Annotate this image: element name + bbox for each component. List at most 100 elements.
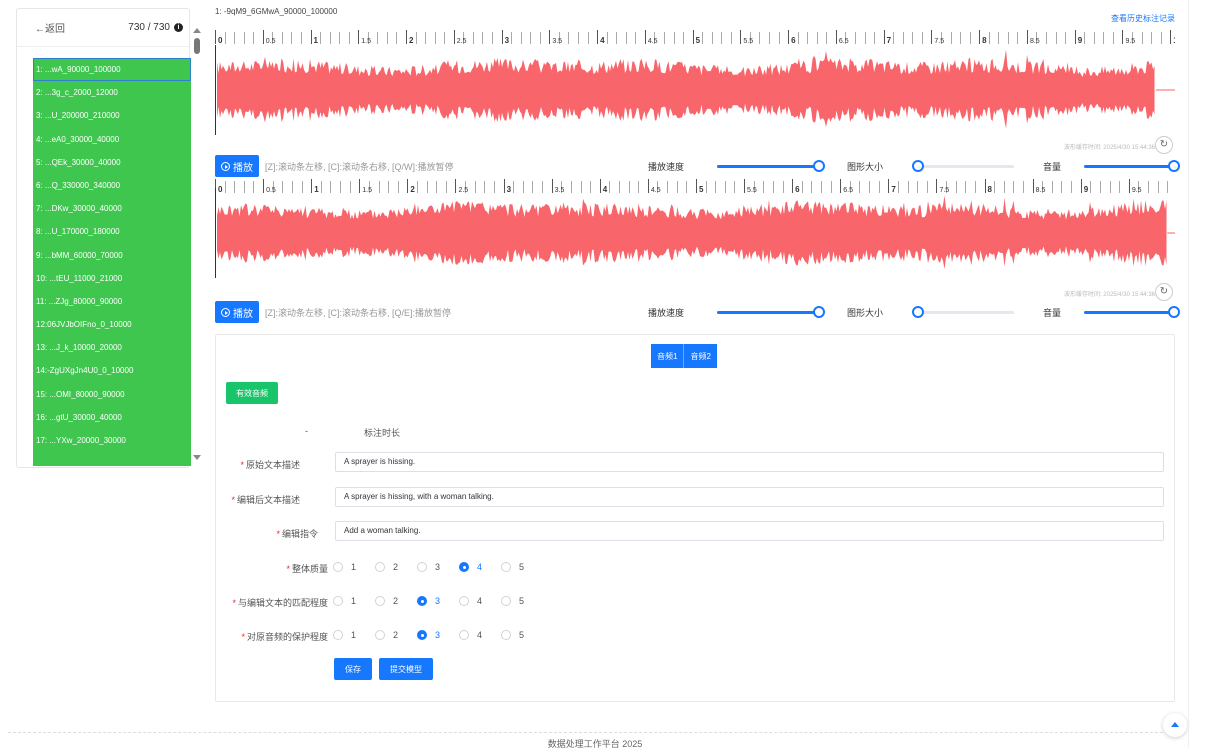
radio-option-1[interactable]: 1: [333, 630, 375, 640]
radio-circle-icon: [375, 596, 385, 606]
sidebar-header: ←返回 730 / 730 i: [17, 9, 189, 47]
radio-label: 5: [519, 596, 525, 606]
list-item[interactable]: 14:-ZgUXgJn4U0_0_10000: [33, 359, 191, 382]
save-button[interactable]: 保存: [334, 658, 372, 680]
back-to-top-icon[interactable]: [1163, 713, 1187, 737]
instruction-label-text: 编辑指令: [281, 529, 318, 539]
duration-label: 标注时长: [300, 426, 400, 439]
list-item[interactable]: 12:06JVJbOIFno_0_10000: [33, 313, 191, 336]
scroll-up-icon[interactable]: [193, 28, 201, 33]
waveform-shape: [217, 49, 1155, 129]
radio-option-5[interactable]: 5: [501, 630, 543, 640]
radio-label: 1: [351, 596, 357, 606]
ruler-tick-label: 5.5: [743, 38, 753, 44]
volume-slider-2[interactable]: [1084, 306, 1180, 318]
play-label: 播放: [233, 162, 253, 174]
player-controls-2: 播放 [Z]:滚动条左移, [C]:滚动条右移, [Q/E]:播放暂停 播放速度…: [215, 301, 1180, 323]
radio-option-4[interactable]: 4: [459, 596, 501, 606]
duration-label-text: 标注时长: [363, 428, 400, 438]
radio-label: 2: [393, 630, 399, 640]
overall-quality-radios: 1 2 3 4 5: [333, 562, 543, 572]
list-item[interactable]: 1: ...wA_90000_100000: [33, 58, 191, 82]
instruction-input[interactable]: Add a woman talking.: [335, 521, 1164, 541]
speed-slider-1[interactable]: [717, 160, 825, 172]
submit-model-button[interactable]: 提交模型: [379, 658, 433, 680]
ruler-tick-label: 1: [314, 36, 319, 44]
play-label: 播放: [233, 308, 253, 320]
radio-option-1[interactable]: 1: [333, 596, 375, 606]
list-item[interactable]: 3: ...U_200000_210000: [33, 104, 191, 127]
radio-option-3[interactable]: 3: [417, 562, 459, 572]
radio-option-2[interactable]: 2: [375, 562, 417, 572]
list-item[interactable]: 17: ...YXw_20000_30000: [33, 429, 191, 452]
play-icon: [221, 161, 230, 171]
radio-option-3[interactable]: 3: [417, 596, 459, 606]
radio-circle-icon: [375, 562, 385, 572]
list-item[interactable]: 6: ...Q_330000_340000: [33, 174, 191, 197]
sidebar-scrollbar[interactable]: [190, 22, 204, 468]
waveform-1[interactable]: [215, 45, 1175, 135]
ruler-tick-label: 10: [1173, 36, 1175, 44]
tab-audio-1[interactable]: 音频1: [651, 344, 684, 368]
tab-audio-2[interactable]: 音频2: [683, 344, 717, 368]
ruler-tick-label: 4: [600, 36, 605, 44]
list-item[interactable]: 11: ...ZJg_80000_90000: [33, 290, 191, 313]
radio-circle-icon: [375, 630, 385, 640]
radio-label: 4: [477, 596, 483, 606]
list-item[interactable]: 15: ...OMI_80000_90000: [33, 383, 191, 406]
waveform-shape: [217, 195, 1167, 269]
list-item[interactable]: 10: ...tEU_11000_21000: [33, 267, 191, 290]
file-count: 730 / 730 i: [128, 22, 183, 33]
radio-label: 2: [393, 562, 399, 572]
audio-tabs: 音频1 音频2: [651, 344, 717, 368]
radio-option-4[interactable]: 4: [459, 630, 501, 640]
radio-option-4[interactable]: 4: [459, 562, 501, 572]
play-icon: [221, 307, 230, 317]
list-item[interactable]: 7: ...DKw_30000_40000: [33, 197, 191, 220]
speed-slider-2[interactable]: [717, 306, 825, 318]
rating-label-1: * 整体质量: [286, 564, 328, 574]
radio-option-5[interactable]: 5: [501, 562, 543, 572]
back-button[interactable]: ←返回: [35, 20, 65, 35]
valid-audio-button[interactable]: 有效音频: [226, 382, 278, 404]
original-text-input[interactable]: A sprayer is hissing.: [335, 452, 1164, 472]
size-slider-1[interactable]: [912, 160, 1014, 172]
list-item[interactable]: 5: ...QEk_30000_40000: [33, 151, 191, 174]
list-item[interactable]: 8: ...U_170000_180000: [33, 220, 191, 243]
radio-option-2[interactable]: 2: [375, 630, 417, 640]
size-slider-2[interactable]: [912, 306, 1014, 318]
play-button-1[interactable]: 播放: [215, 155, 259, 177]
radio-label: 1: [351, 562, 357, 572]
list-item[interactable]: 9: ...bMM_60000_70000: [33, 244, 191, 267]
list-item[interactable]: 16: ...gtU_30000_40000: [33, 406, 191, 429]
shortcut-hint: [Z]:滚动条左移, [C]:滚动条右移, [Q/E]:播放暂停: [265, 308, 452, 318]
play-button-2[interactable]: 播放: [215, 301, 259, 323]
info-icon[interactable]: i: [174, 23, 183, 32]
rating-label-2: * 与编辑文本的匹配程度: [232, 598, 328, 608]
radio-circle-icon: [501, 630, 511, 640]
radio-option-1[interactable]: 1: [333, 562, 375, 572]
radio-option-3[interactable]: 3: [417, 630, 459, 640]
radio-label: 2: [393, 596, 399, 606]
list-item[interactable]: 2: ...3g_c_2000_12000: [33, 81, 191, 104]
refresh-icon[interactable]: ↻: [1155, 136, 1173, 154]
rating-label-text: 与编辑文本的匹配程度: [237, 598, 328, 608]
list-item[interactable]: 4: ...eA0_30000_40000: [33, 128, 191, 151]
volume-label: 音量: [1043, 308, 1062, 318]
instruction-label: * 编辑指令: [276, 529, 318, 539]
page-edge-divider: [1188, 0, 1189, 748]
scroll-thumb[interactable]: [194, 38, 200, 54]
edited-text-input[interactable]: A sprayer is hissing, with a woman talki…: [335, 487, 1164, 507]
radio-label: 1: [351, 630, 357, 640]
radio-circle-icon: [417, 562, 427, 572]
waveform-2[interactable]: [215, 188, 1175, 278]
radio-circle-icon: [501, 596, 511, 606]
radio-option-2[interactable]: 2: [375, 596, 417, 606]
radio-option-5[interactable]: 5: [501, 596, 543, 606]
history-link[interactable]: 查看历史标注记录: [1111, 13, 1175, 24]
ruler-tick-label: 9: [1078, 36, 1083, 44]
volume-slider-1[interactable]: [1084, 160, 1180, 172]
list-item[interactable]: 13: ...J_k_10000_20000: [33, 336, 191, 359]
volume-label: 音量: [1043, 162, 1062, 172]
refresh-icon[interactable]: ↻: [1155, 283, 1173, 301]
